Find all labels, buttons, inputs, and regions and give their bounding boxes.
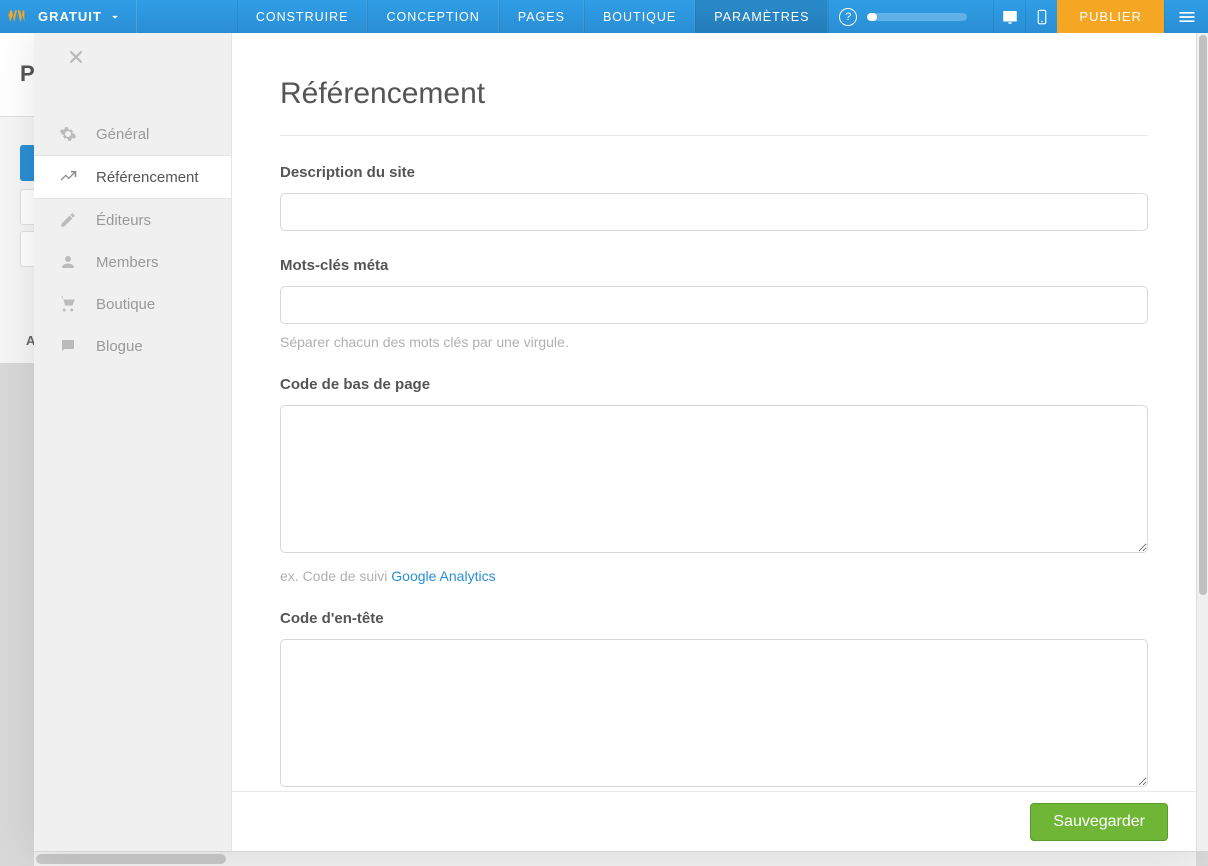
person-icon (58, 253, 78, 271)
sidebar-item-label: Référencement (96, 169, 199, 186)
sidebar-item-editeurs[interactable]: Éditeurs (34, 199, 231, 241)
plan-label: GRATUIT (38, 9, 102, 24)
sidebar-item-label: Boutique (96, 296, 155, 313)
sidebar-item-label: Blogue (96, 338, 143, 355)
textarea-footer-code[interactable] (280, 405, 1148, 553)
sidebar-item-label: Members (96, 254, 159, 271)
nav-construire[interactable]: CONSTRUIRE (237, 0, 368, 33)
settings-sidebar: Général Référencement Éditeurs Members B… (34, 33, 232, 851)
field-header-code: Code d'en-tête (280, 610, 1148, 792)
sidebar-item-label: Général (96, 126, 149, 143)
chevron-down-icon (108, 10, 122, 24)
save-bar: Sauvegarder (232, 791, 1196, 851)
hint-footer-code: ex. Code de suivi Google Analytics (280, 568, 1148, 584)
label-header-code: Code d'en-tête (280, 610, 1148, 627)
settings-modal: Général Référencement Éditeurs Members B… (34, 33, 1196, 851)
desktop-preview-button[interactable] (993, 0, 1025, 33)
vertical-scrollbar[interactable] (1196, 33, 1208, 851)
label-footer-code: Code de bas de page (280, 376, 1148, 393)
sidebar-item-boutique[interactable]: Boutique (34, 283, 231, 325)
gear-icon (58, 125, 78, 143)
progress-bar[interactable] (867, 13, 967, 21)
input-site-description[interactable] (280, 193, 1148, 231)
nav-conception[interactable]: CONCEPTION (367, 0, 498, 33)
chat-icon (58, 337, 78, 355)
sidebar-item-blogue[interactable]: Blogue (34, 325, 231, 367)
horizontal-scrollbar[interactable] (34, 851, 1196, 866)
top-nav-bar: GRATUIT CONSTRUIRE CONCEPTION PAGES BOUT… (0, 0, 1208, 33)
close-icon (66, 47, 86, 67)
cart-icon (58, 295, 78, 313)
nav-boutique[interactable]: BOUTIQUE (584, 0, 695, 33)
sidebar-item-general[interactable]: Général (34, 113, 231, 155)
mobile-icon (1033, 8, 1051, 26)
hamburger-icon (1177, 7, 1197, 27)
publish-button[interactable]: PUBLIER (1057, 0, 1164, 33)
label-site-description: Description du site (280, 164, 1148, 181)
weebly-logo-icon (6, 7, 26, 27)
input-meta-keywords[interactable] (280, 286, 1148, 324)
main-nav: CONSTRUIRE CONCEPTION PAGES BOUTIQUE PAR… (237, 0, 829, 33)
hint-meta-keywords: Séparer chacun des mots clés par une vir… (280, 334, 1148, 350)
nav-pages[interactable]: PAGES (499, 0, 584, 33)
help-icon[interactable]: ? (839, 8, 857, 26)
field-site-description: Description du site (280, 164, 1148, 231)
settings-main: Référencement Description du site Mots-c… (232, 33, 1196, 851)
save-button[interactable]: Sauvegarder (1030, 803, 1168, 841)
link-google-analytics[interactable]: Google Analytics (391, 568, 495, 584)
help-area: ? (828, 0, 977, 33)
weebly-logo[interactable] (0, 0, 32, 33)
nav-parametres[interactable]: PARAMÈTRES (695, 0, 828, 33)
field-meta-keywords: Mots-clés méta Séparer chacun des mots c… (280, 257, 1148, 350)
field-footer-code: Code de bas de page ex. Code de suivi Go… (280, 376, 1148, 584)
menu-button[interactable] (1164, 0, 1208, 33)
textarea-header-code[interactable] (280, 639, 1148, 787)
sidebar-item-referencement[interactable]: Référencement (34, 155, 231, 199)
mobile-preview-button[interactable] (1025, 0, 1057, 33)
sidebar-item-label: Éditeurs (96, 212, 151, 229)
pencil-icon (58, 211, 78, 229)
plan-dropdown[interactable]: GRATUIT (32, 0, 137, 33)
desktop-icon (1001, 8, 1019, 26)
close-button[interactable] (66, 47, 86, 73)
page-title: Référencement (280, 77, 1148, 136)
trending-icon (58, 168, 78, 186)
sidebar-item-members[interactable]: Members (34, 241, 231, 283)
label-meta-keywords: Mots-clés méta (280, 257, 1148, 274)
